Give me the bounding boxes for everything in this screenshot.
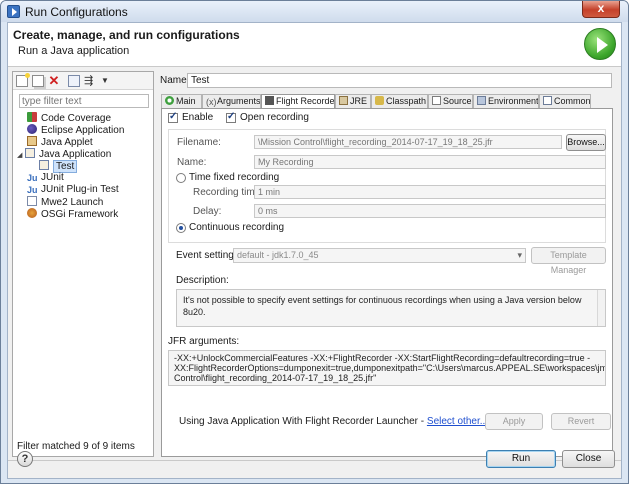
applet-icon (27, 136, 37, 146)
view-menu-icon[interactable]: ▼ (101, 75, 113, 87)
tab-common[interactable]: Common (539, 94, 591, 108)
launcher-text: Using Java Application With Flight Recor… (179, 416, 427, 427)
recording-time-label: Recording time: (193, 187, 264, 198)
eclipse-icon (27, 124, 37, 134)
apply-button[interactable]: Apply (485, 413, 543, 430)
arguments-tab-icon: (x) (206, 97, 217, 107)
tab-main[interactable]: Main (161, 94, 202, 108)
tree-item[interactable]: OSGi Framework (27, 208, 118, 220)
java-class-icon (39, 160, 49, 170)
new-config-icon[interactable] (16, 73, 30, 87)
time-fixed-label: Time fixed recording (189, 172, 280, 183)
tab-source[interactable]: Source (428, 94, 473, 108)
junit-icon: Ju (27, 173, 38, 183)
header-subtitle: Run a Java application (18, 45, 130, 57)
select-other-link[interactable]: Select other... (427, 416, 488, 427)
tree-item[interactable]: Ju JUnit Plug-in Test (27, 184, 119, 196)
dialog-header: Create, manage, and run configurations R… (8, 23, 621, 67)
expand-arrow-icon[interactable]: ◢ (17, 150, 25, 162)
recording-name-label: Name: (177, 157, 207, 168)
launcher-info: Using Java Application With Flight Recor… (179, 416, 488, 427)
close-button[interactable]: Close (562, 450, 615, 468)
tree-item[interactable]: Eclipse Application (27, 124, 124, 136)
open-recording-label: Open recording (240, 112, 309, 123)
description-text: It's not possible to specify event setti… (176, 289, 606, 327)
tree-toolbar: ✕ ⇶ ▼ (13, 72, 153, 90)
environment-tab-icon (477, 96, 486, 105)
jfr-arguments-label: JFR arguments: (168, 336, 240, 347)
tab-classpath[interactable]: Classpath (371, 94, 428, 108)
duplicate-icon[interactable] (32, 75, 44, 87)
tree-item[interactable]: Ju JUnit (27, 172, 64, 184)
mwe2-icon (27, 196, 37, 206)
tab-flight-recorder[interactable]: Flight Recorder (261, 94, 335, 109)
run-large-icon (584, 28, 616, 60)
source-tab-icon (432, 96, 441, 105)
enable-checkbox[interactable] (168, 111, 178, 123)
tree-item[interactable]: Code Coverage (27, 112, 111, 124)
browse-button[interactable]: Browse... (566, 134, 606, 151)
tree-item[interactable]: Mwe2 Launch (27, 196, 103, 208)
config-tree-panel: ✕ ⇶ ▼ Code Coverage Eclipse Application … (12, 71, 154, 457)
continuous-radio[interactable] (176, 223, 186, 233)
event-settings-label: Event settings: (176, 250, 242, 261)
filter-input[interactable] (19, 94, 149, 108)
flight-recorder-tab-content: Enable Open recording Filename: \Mission… (161, 108, 613, 457)
tree-item-selected[interactable]: Test (39, 160, 78, 173)
osgi-icon (27, 208, 37, 218)
tab-arguments[interactable]: (x)Arguments (202, 94, 261, 108)
main-tab-icon (165, 96, 174, 105)
enable-label: Enable (182, 112, 214, 123)
jfr-arguments-text[interactable]: -XX:+UnlockCommercialFeatures -XX:+Fligh… (168, 350, 606, 386)
config-editor-panel: Name: Test Main (x)Arguments Flight Reco… (158, 71, 619, 457)
common-tab-icon (543, 96, 552, 105)
filename-input[interactable]: \Mission Control\flight_recording_2014-0… (254, 135, 562, 149)
run-config-icon (7, 5, 20, 18)
name-label: Name: (160, 75, 190, 86)
event-settings-select[interactable]: default - jdk1.7.0_45 (233, 248, 526, 263)
help-icon[interactable]: ? (17, 451, 33, 467)
window-close-button[interactable]: x (582, 1, 620, 18)
delay-input[interactable]: 0 ms (254, 204, 606, 218)
filter-icon[interactable]: ⇶ (84, 75, 96, 87)
tree-item[interactable]: Java Applet (27, 136, 93, 148)
delay-label: Delay: (193, 206, 222, 217)
description-scrollbar[interactable] (597, 290, 605, 326)
tab-environment[interactable]: Environment (473, 94, 539, 108)
filename-label: Filename: (177, 137, 221, 148)
config-name-input[interactable]: Test (187, 73, 612, 88)
coverage-icon (27, 112, 37, 122)
filter-status: Filter matched 9 of 9 items (17, 441, 135, 452)
template-manager-button[interactable]: Template Manager (531, 247, 606, 275)
delete-icon[interactable]: ✕ (48, 74, 60, 87)
title-bar: Run Configurations x (1, 1, 628, 22)
tab-jre[interactable]: JRE (335, 94, 371, 108)
recording-time-input[interactable]: 1 min (254, 185, 606, 199)
recording-name-input[interactable]: My Recording (254, 155, 606, 169)
header-title: Create, manage, and run configurations (13, 28, 240, 42)
java-app-icon (25, 148, 35, 158)
window-title: Run Configurations (25, 5, 128, 19)
junit-plugin-icon: Ju (27, 185, 38, 195)
dialog-body: Create, manage, and run configurations R… (7, 22, 622, 479)
time-fixed-radio[interactable] (176, 173, 186, 183)
revert-button[interactable]: Revert (551, 413, 611, 430)
jre-tab-icon (339, 96, 348, 105)
description-label: Description: (176, 275, 229, 286)
collapse-all-icon[interactable] (68, 75, 80, 87)
flight-recorder-tab-icon (265, 96, 274, 105)
run-button[interactable]: Run (486, 450, 556, 468)
tree-item[interactable]: ◢ Java Application (17, 148, 111, 160)
continuous-label: Continuous recording (189, 222, 285, 233)
run-configurations-window: Run Configurations x Create, manage, and… (0, 0, 629, 484)
classpath-tab-icon (375, 96, 384, 105)
config-tabs: Main (x)Arguments Flight Recorder JRE Cl… (161, 94, 613, 109)
open-recording-checkbox[interactable] (226, 111, 236, 123)
